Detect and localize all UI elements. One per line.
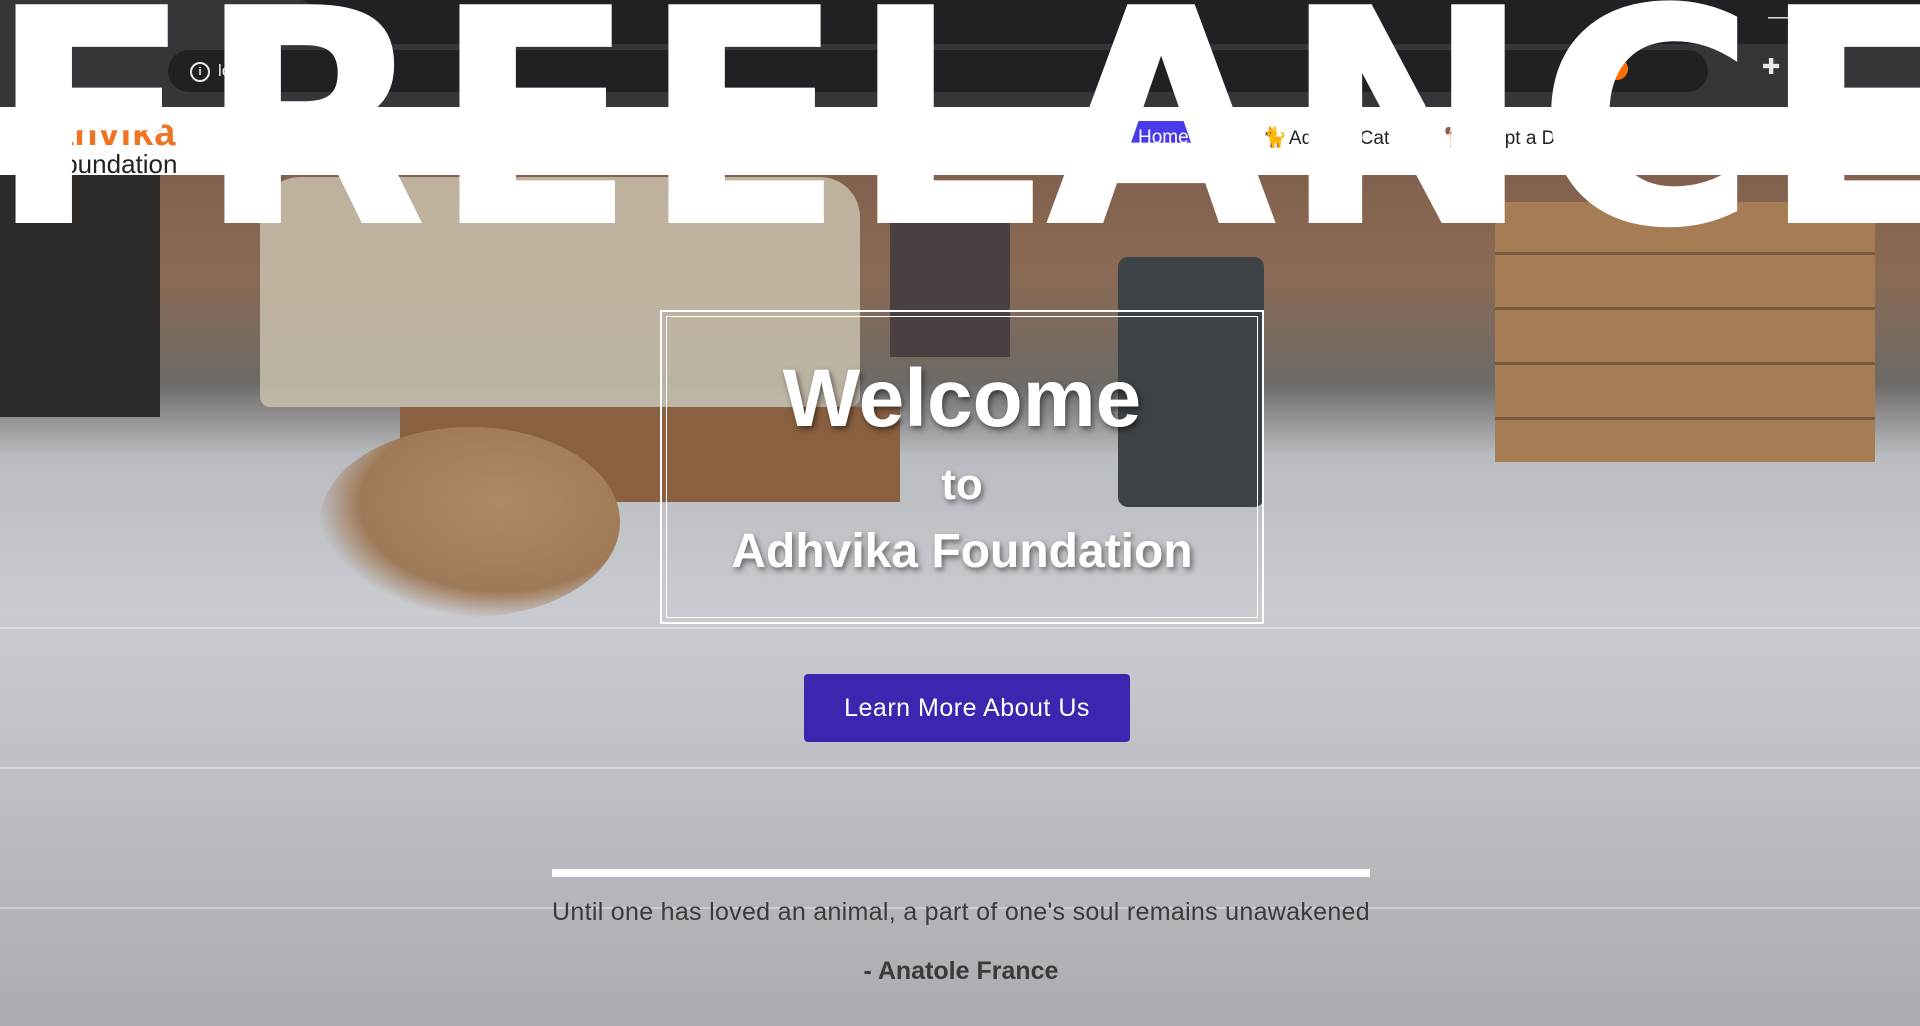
new-tab-icon[interactable]: + xyxy=(326,4,342,36)
nav-adopt-cat-label: Adopt a Cat xyxy=(1288,128,1390,149)
dog-icon: 🐕 xyxy=(1444,127,1469,149)
pavement-line xyxy=(0,627,1920,629)
nav-adopt-dog-link[interactable]: 🐕 Adopt a Dog xyxy=(1444,125,1577,150)
page-viewport: aanvika foundation Home 🐈 Adopt a Cat 🐕 Ad… xyxy=(0,107,1920,1026)
back-arrow-icon[interactable]: ← xyxy=(16,54,42,85)
site-navbar: aanvika foundation Home 🐈 Adopt a Cat 🐕 Ad… xyxy=(0,107,1920,179)
reading-list-icon[interactable]: ≡ xyxy=(1804,53,1817,79)
quote-text: Until one has loved an animal, a part of… xyxy=(552,898,1370,926)
welcome-heading: Welcome xyxy=(782,353,1142,444)
nav-adopt-cat-link[interactable]: 🐈 Adopt a Cat xyxy=(1262,125,1389,150)
welcome-frame: Welcome to Adhvika Foundation xyxy=(660,310,1264,624)
browser-toolbar: ← i loca 01 ✚ ≡ xyxy=(0,44,1920,107)
running-dog xyxy=(320,427,620,617)
browser-chrome: af Adhvika Found × + — ❐ ✕ ← i loca 01 ✚… xyxy=(0,0,1920,107)
restore-icon[interactable]: ❐ xyxy=(1822,6,1840,31)
cat-icon: 🐈 xyxy=(1262,127,1287,149)
quote-divider xyxy=(552,869,1370,877)
building-wall xyxy=(0,167,160,417)
logo-subtitle: foundation xyxy=(56,149,178,179)
browser-tab[interactable]: af Adhvika Found × xyxy=(0,0,310,44)
learn-more-button[interactable]: Learn More About Us xyxy=(804,674,1130,742)
welcome-org-name: Adhvika Foundation xyxy=(731,525,1193,578)
close-tab-icon[interactable]: × xyxy=(282,9,294,32)
pavement-line xyxy=(0,767,1920,769)
extension-orange-icon[interactable] xyxy=(1606,58,1628,80)
welcome-to-text: to xyxy=(941,460,983,509)
info-icon[interactable]: i xyxy=(190,62,210,82)
url-text: loca 01 xyxy=(218,61,273,80)
wooden-crate xyxy=(1495,202,1875,462)
close-window-icon[interactable]: ✕ xyxy=(1876,6,1893,31)
minimize-icon[interactable]: — xyxy=(1768,6,1788,29)
extensions-puzzle-icon[interactable]: ✚ xyxy=(1762,54,1780,80)
logo-wordmark: aanvika xyxy=(30,112,177,154)
nav-home-link[interactable]: Home xyxy=(1128,121,1199,155)
tab-title: Adhvika Found xyxy=(56,13,157,30)
nav-adopt-dog-label: Adopt a Dog xyxy=(1470,128,1577,149)
site-logo[interactable]: aanvika foundation xyxy=(30,112,178,179)
quote-author: - Anatole France xyxy=(863,957,1059,985)
address-bar[interactable]: i loca 01 xyxy=(168,50,1708,92)
site-favicon-icon: af xyxy=(24,10,48,34)
extension-circle-icon[interactable] xyxy=(1562,58,1584,80)
